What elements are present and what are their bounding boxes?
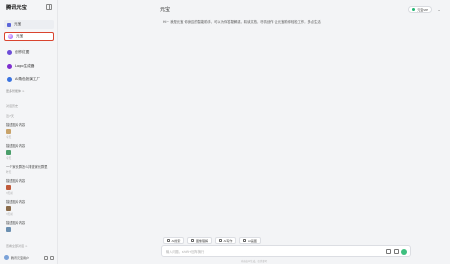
- image-thumbnail-icon: [6, 150, 11, 155]
- app2-icon: [7, 64, 12, 69]
- vip-icon: [411, 7, 416, 12]
- history-title: 描述图片内容: [6, 200, 26, 204]
- ai-disclaimer: 内容由AI生成，仅供参考: [240, 260, 268, 263]
- intro-message: Hi~ 我是元宝 你身边的智能助手，可以为你答疑解惑，精读文档，尽情创作 让元宝…: [163, 20, 321, 24]
- input-tools: [386, 248, 407, 255]
- history-item[interactable]: 描述图片内容: [6, 220, 54, 232]
- sidebar-item-label: 创作红图: [15, 50, 30, 54]
- image-upload-icon[interactable]: [386, 249, 391, 254]
- chat-input-box: [161, 245, 411, 257]
- sidebar-item-app1[interactable]: 创作红图: [4, 48, 54, 57]
- phone-icon[interactable]: [44, 255, 48, 260]
- sidebar-item-yuanbao[interactable]: 元宝: [4, 32, 54, 41]
- view-all-history-link[interactable]: 查看全部对话 >: [6, 244, 27, 248]
- brush-icon: [243, 239, 247, 242]
- search-icon: [167, 239, 170, 242]
- avatar[interactable]: [4, 255, 9, 260]
- history-title: 描述图片内容: [6, 179, 26, 183]
- history-item[interactable]: 一个家长群怎么排查家长群里 昨天: [6, 164, 54, 174]
- vip-button[interactable]: 元宝VIP: [407, 6, 432, 13]
- pen-icon: [218, 239, 222, 242]
- history-item[interactable]: 描述图片内容 今天: [6, 143, 54, 160]
- image-thumbnail-icon: [6, 129, 11, 134]
- settings-icon[interactable]: [50, 255, 54, 260]
- chevron-down-icon[interactable]: ⌄: [436, 7, 442, 13]
- chip-label: 图像理解: [195, 238, 208, 243]
- new-chat-icon: [7, 22, 11, 27]
- top-right-actions: 元宝VIP ⌄: [407, 6, 442, 13]
- sidebar-item-app2[interactable]: Logo生成器: [4, 62, 54, 71]
- image-thumbnail-icon: [6, 206, 11, 211]
- history-time: 今天: [6, 157, 12, 160]
- history-time: 今天: [6, 136, 12, 139]
- yuanbao-icon: [8, 34, 13, 39]
- chip-ai-search[interactable]: AI搜索: [163, 237, 185, 244]
- chip-image-understanding[interactable]: 图像理解: [187, 237, 212, 244]
- history-title: 描述图片内容: [6, 144, 26, 148]
- chip-ai-drawing[interactable]: AI画图: [239, 237, 261, 244]
- app3-icon: [7, 77, 12, 82]
- new-chat-button[interactable]: 元宝: [4, 20, 54, 29]
- user-name[interactable]: 腾讯元宝用户: [11, 256, 29, 260]
- sidebar: 腾讯元宝 元宝 元宝 创作红图 Logo生成器 AI角色扮演工厂 更多智能体 >…: [0, 0, 58, 264]
- main-panel: 元宝 元宝VIP ⌄ Hi~ 我是元宝 你身边的智能助手，可以为你答疑解惑，精读…: [58, 0, 450, 264]
- sidebar-item-label: Logo生成器: [15, 64, 35, 68]
- sidebar-item-label: 元宝: [16, 34, 24, 38]
- image-thumbnail-icon: [6, 185, 11, 190]
- collapse-sidebar-icon[interactable]: [46, 4, 52, 10]
- new-chat-label: 元宝: [14, 22, 22, 26]
- history-item[interactable]: 描述图片内容 今天: [6, 122, 54, 139]
- sidebar-footer: 腾讯元宝用户: [4, 254, 54, 261]
- history-title: 描述图片内容: [6, 123, 26, 127]
- chip-label: AI写作: [223, 238, 233, 243]
- send-button[interactable]: [401, 248, 407, 255]
- image-icon: [191, 239, 195, 242]
- sidebar-item-app3[interactable]: AI角色扮演工厂: [4, 75, 54, 84]
- history-time: 昨天: [6, 171, 12, 174]
- page-title: 元宝: [160, 7, 171, 13]
- history-time: 3天前: [6, 192, 13, 195]
- chip-label: AI画图: [247, 238, 257, 243]
- history-time: 3天前: [6, 213, 13, 216]
- image-thumbnail-icon: [6, 227, 11, 232]
- chip-ai-writing[interactable]: AI写作: [214, 237, 237, 244]
- history-group-label: 近7天: [6, 114, 14, 118]
- history-title: 一个家长群怎么排查家长群里: [6, 165, 48, 169]
- quick-actions: AI搜索 图像理解 AI写作 AI画图: [163, 237, 261, 244]
- attachment-icon[interactable]: [393, 249, 399, 254]
- history-item[interactable]: 描述图片内容 3天前: [6, 178, 54, 195]
- more-agents-link[interactable]: 更多智能体 >: [6, 89, 24, 93]
- app-brand: 腾讯元宝: [6, 5, 27, 11]
- app1-icon: [7, 50, 12, 55]
- chat-input[interactable]: [166, 248, 326, 256]
- history-title: 描述图片内容: [6, 221, 26, 225]
- chip-label: AI搜索: [171, 238, 181, 243]
- history-section-label: 对话历史: [6, 104, 19, 108]
- sidebar-item-label: AI角色扮演工厂: [15, 77, 41, 81]
- history-item[interactable]: 描述图片内容 3天前: [6, 199, 54, 216]
- vip-label: 元宝VIP: [417, 7, 428, 12]
